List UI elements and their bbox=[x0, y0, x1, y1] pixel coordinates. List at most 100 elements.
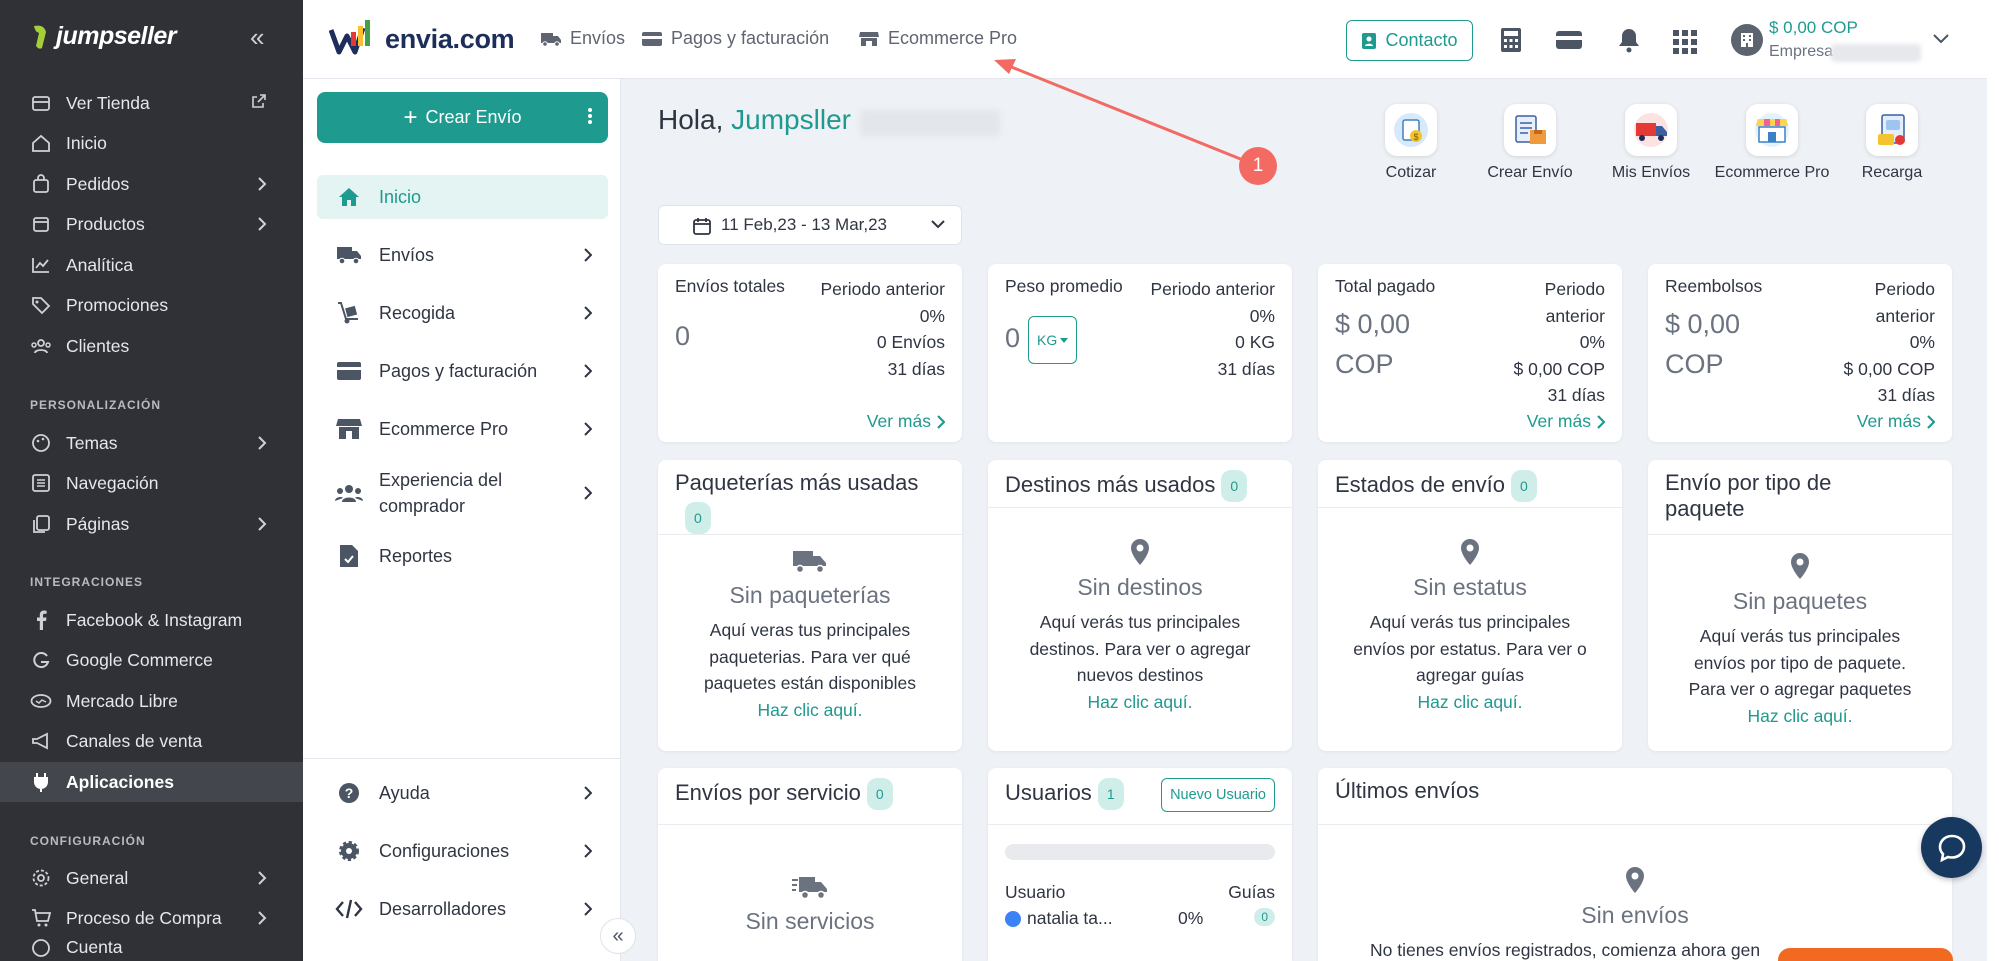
menu-item-reportes[interactable]: Reportes bbox=[317, 534, 608, 578]
widget-title: Envío por tipo de paquete bbox=[1665, 470, 1831, 522]
recharge-icon bbox=[1866, 104, 1918, 156]
quick-action-ecommerce-pro[interactable]: Ecommerce Pro bbox=[1712, 104, 1832, 182]
sidebar-item-analitica[interactable]: Analítica bbox=[0, 245, 303, 285]
sidebar-item-cuenta[interactable]: Cuenta bbox=[0, 937, 303, 961]
user-guides-count: 0 bbox=[1254, 908, 1275, 926]
chevron-right-icon bbox=[1927, 414, 1935, 429]
sidebar-item-general[interactable]: General bbox=[0, 858, 303, 898]
notification-tab[interactable] bbox=[1778, 948, 1953, 961]
quick-action-crear-envio[interactable]: Crear Envío bbox=[1470, 104, 1590, 182]
more-options-icon[interactable] bbox=[588, 106, 592, 126]
stat-card-envios-totales: Envíos totales Periodo anterior 0% 0 Env… bbox=[658, 264, 962, 442]
menu-item-configuraciones[interactable]: Configuraciones bbox=[317, 829, 608, 873]
click-here-link[interactable]: Haz clic aquí. bbox=[1648, 703, 1952, 730]
sidebar-item-inicio[interactable]: Inicio bbox=[0, 123, 303, 163]
users-search-bar[interactable] bbox=[1005, 844, 1275, 860]
topnav-pagos[interactable]: Pagos y facturación bbox=[641, 28, 829, 49]
jumpseller-logo[interactable]: jumpseller bbox=[30, 22, 177, 51]
quick-action-cotizar[interactable]: $ Cotizar bbox=[1351, 104, 1471, 182]
sidebar-item-ver-tienda[interactable]: Ver Tienda bbox=[0, 83, 303, 123]
collapse-sidebar-icon[interactable]: « bbox=[250, 24, 264, 50]
quote-icon: $ bbox=[1385, 104, 1437, 156]
stat-value: $ 0,00 bbox=[1335, 309, 1411, 339]
empty-line: Aquí verás tus principales bbox=[1039, 612, 1241, 632]
card-icon bbox=[335, 358, 363, 384]
prev-percent: 0% bbox=[919, 305, 945, 326]
chevron-right-icon bbox=[257, 176, 267, 192]
see-more-link[interactable]: Ver más bbox=[1527, 411, 1605, 432]
menu-item-envios[interactable]: Envíos bbox=[317, 233, 608, 277]
empty-text: Aquí verás tus principales envíos por est… bbox=[1318, 609, 1622, 689]
sidebar-label: Proceso de Compra bbox=[66, 907, 222, 928]
stat-card-peso-promedio: Peso promedio Periodo anterior 0% 0 KG 3… bbox=[988, 264, 1292, 442]
chat-button[interactable] bbox=[1921, 817, 1982, 878]
empty-line: agregar guías bbox=[1416, 665, 1524, 685]
stat-label: Reembolsos bbox=[1665, 276, 1763, 296]
calculator-icon[interactable] bbox=[1500, 27, 1522, 53]
menu-item-pagos[interactable]: Pagos y facturación bbox=[317, 349, 608, 393]
sidebar-item-promociones[interactable]: Promociones bbox=[0, 285, 303, 325]
empty-title: Sin envíos bbox=[1581, 902, 1689, 928]
new-user-button[interactable]: Nuevo Usuario bbox=[1161, 778, 1275, 812]
widget-title: Usuarios 1 bbox=[1005, 778, 1124, 810]
click-here-link[interactable]: Haz clic aquí. bbox=[988, 689, 1292, 716]
chevron-right-icon bbox=[1597, 414, 1605, 429]
sidebar-item-mercado-libre[interactable]: Mercado Libre bbox=[0, 681, 303, 721]
users-icon bbox=[30, 335, 52, 357]
user-row[interactable]: natalia ta... bbox=[1005, 908, 1113, 929]
home-icon bbox=[335, 184, 363, 210]
sidebar-item-aplicaciones[interactable]: Aplicaciones bbox=[0, 762, 303, 802]
quick-action-mis-envios[interactable]: Mis Envíos bbox=[1591, 104, 1711, 182]
prev-value: $ 0,00 COP bbox=[1513, 358, 1605, 379]
truck-icon bbox=[658, 548, 962, 574]
click-here-link[interactable]: Haz clic aquí. bbox=[658, 697, 962, 724]
sidebar-item-google-commerce[interactable]: Google Commerce bbox=[0, 640, 303, 680]
svg-text:$: $ bbox=[1413, 132, 1418, 142]
sidebar-item-productos[interactable]: Productos bbox=[0, 204, 303, 244]
sidebar-item-pedidos[interactable]: Pedidos bbox=[0, 164, 303, 204]
menu-item-experiencia[interactable]: Experiencia del comprador bbox=[317, 465, 608, 521]
menu-item-recogida[interactable]: Recogida bbox=[317, 291, 608, 335]
see-more-link[interactable]: Ver más bbox=[867, 411, 945, 432]
create-shipment-icon bbox=[1504, 104, 1556, 156]
contact-button[interactable]: Contacto bbox=[1346, 20, 1473, 61]
sidebar-item-clientes[interactable]: Clientes bbox=[0, 326, 303, 366]
prev-period: 31 días bbox=[887, 358, 945, 379]
sidebar-item-facebook[interactable]: Facebook & Instagram bbox=[0, 600, 303, 640]
quick-action-recarga[interactable]: Recarga bbox=[1832, 104, 1952, 182]
bell-icon[interactable] bbox=[1618, 27, 1640, 53]
sidebar-item-canales[interactable]: Canales de venta bbox=[0, 721, 303, 761]
collapse-panel-button[interactable]: « bbox=[600, 918, 636, 954]
apps-grid-icon[interactable] bbox=[1673, 30, 1697, 54]
chevron-right-icon bbox=[584, 486, 592, 500]
create-shipment-label: Crear Envío bbox=[425, 107, 522, 127]
company-avatar bbox=[1731, 24, 1763, 56]
menu-item-ayuda[interactable]: ? Ayuda bbox=[317, 771, 608, 815]
envia-logo-icon bbox=[329, 20, 370, 55]
topnav-envios[interactable]: Envíos bbox=[540, 28, 625, 49]
menu-item-inicio[interactable]: Inicio bbox=[317, 175, 608, 219]
sidebar-item-navegacion[interactable]: Navegación bbox=[0, 463, 303, 503]
menu-item-desarrolladores[interactable]: Desarrolladores bbox=[317, 887, 608, 931]
divider bbox=[988, 824, 1292, 825]
sidebar-item-paginas[interactable]: Páginas bbox=[0, 504, 303, 544]
stat-label: Peso promedio bbox=[1005, 276, 1123, 296]
topnav-ecommerce-pro[interactable]: Ecommerce Pro bbox=[858, 28, 1017, 49]
unit-dropdown[interactable]: KG bbox=[1028, 316, 1078, 364]
menu-item-ecommerce-pro[interactable]: Ecommerce Pro bbox=[317, 407, 608, 451]
see-more-link[interactable]: Ver más bbox=[1857, 411, 1935, 432]
create-shipment-button[interactable]: + Crear Envío bbox=[317, 92, 608, 143]
chevron-right-icon bbox=[257, 910, 267, 926]
credit-card-icon[interactable] bbox=[1555, 30, 1583, 50]
date-range-picker[interactable]: 11 Feb,23 - 13 Mar,23 bbox=[658, 205, 962, 245]
click-here-link[interactable]: Haz clic aquí. bbox=[1318, 689, 1622, 716]
empty-title: Sin destinos bbox=[1077, 574, 1203, 600]
divider bbox=[658, 824, 962, 825]
envia-logo[interactable]: envia.com bbox=[329, 18, 515, 60]
topnav-label: Ecommerce Pro bbox=[888, 28, 1018, 48]
sidebar-item-temas[interactable]: Temas bbox=[0, 423, 303, 463]
widget-title-text: Destinos más usados bbox=[1005, 471, 1216, 497]
sidebar-item-proceso-compra[interactable]: Proceso de Compra bbox=[0, 898, 303, 938]
chevron-down-icon[interactable] bbox=[1933, 34, 1949, 44]
greeting: Hola, Jumpsller bbox=[658, 104, 851, 136]
